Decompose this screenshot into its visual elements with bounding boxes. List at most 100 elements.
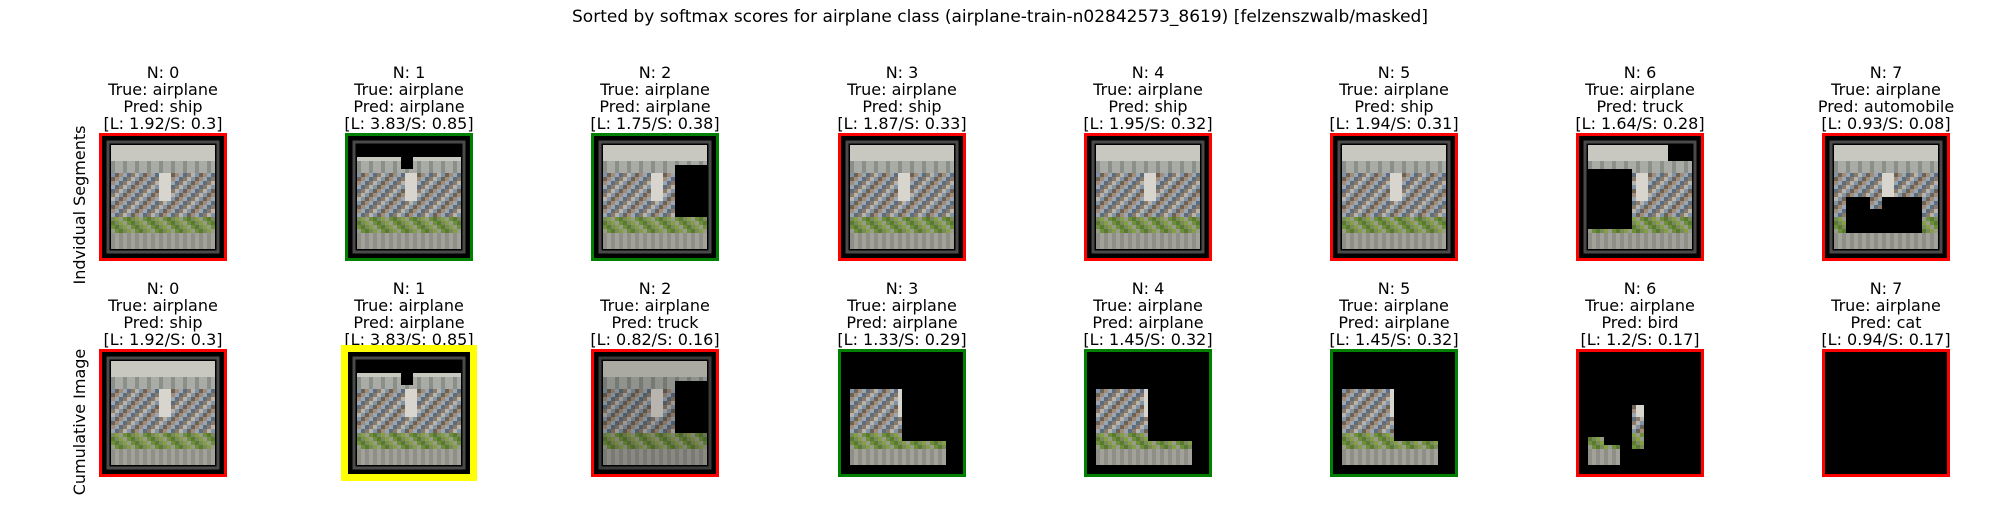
score-label: [L: 1.92/S: 0.3] xyxy=(43,115,283,132)
thumbnail-frame xyxy=(1824,135,1948,259)
panel-index: N: 3 xyxy=(782,280,1022,297)
pred-label: Pred: truck xyxy=(535,314,775,331)
true-label: True: airplane xyxy=(1274,297,1514,314)
panel-index: N: 6 xyxy=(1520,280,1760,297)
pred-label: Pred: truck xyxy=(1520,98,1760,115)
score-label: [L: 1.33/S: 0.29] xyxy=(782,331,1022,348)
panel-index: N: 3 xyxy=(782,64,1022,81)
thumbnail-frame xyxy=(593,351,717,475)
panel-index: N: 2 xyxy=(535,280,775,297)
pred-label: Pred: ship xyxy=(782,98,1022,115)
thumbnail-frame xyxy=(1086,135,1210,259)
pred-label: Pred: ship xyxy=(43,314,283,331)
pred-label: Pred: airplane xyxy=(535,98,775,115)
border-wrong xyxy=(1330,133,1458,261)
thumbnail-frame xyxy=(347,135,471,259)
panel-index: N: 0 xyxy=(43,64,283,81)
panel-caption: N: 5True: airplanePred: ship[L: 1.94/S: … xyxy=(1274,64,1514,132)
panel-r0-c0: N: 0True: airplanePred: ship[L: 1.92/S: … xyxy=(43,64,283,259)
true-label: True: airplane xyxy=(535,297,775,314)
thumbnail-frame xyxy=(593,135,717,259)
border-wrong xyxy=(99,349,227,477)
panel-r0-c1: N: 1True: airplanePred: airplane[L: 3.83… xyxy=(289,64,529,259)
thumbnail-frame xyxy=(1824,351,1948,475)
score-label: [L: 1.64/S: 0.28] xyxy=(1520,115,1760,132)
panel-index: N: 1 xyxy=(289,64,529,81)
thumbnail-frame xyxy=(101,135,225,259)
panel-caption: N: 7True: airplanePred: automobile[L: 0.… xyxy=(1766,64,2000,132)
true-label: True: airplane xyxy=(782,81,1022,98)
score-label: [L: 1.94/S: 0.31] xyxy=(1274,115,1514,132)
true-label: True: airplane xyxy=(43,81,283,98)
border-correct xyxy=(1084,349,1212,477)
pred-label: Pred: ship xyxy=(1274,98,1514,115)
border-wrong xyxy=(1576,133,1704,261)
panel-r1-c0: N: 0True: airplanePred: ship[L: 1.92/S: … xyxy=(43,280,283,475)
thumbnail-frame xyxy=(1332,351,1456,475)
panel-r1-c2: N: 2True: airplanePred: truck[L: 0.82/S:… xyxy=(535,280,775,475)
true-label: True: airplane xyxy=(289,81,529,98)
true-label: True: airplane xyxy=(1766,297,2000,314)
panel-r1-c7: N: 7True: airplanePred: cat[L: 0.94/S: 0… xyxy=(1766,280,2000,475)
score-label: [L: 0.82/S: 0.16] xyxy=(535,331,775,348)
score-label: [L: 1.92/S: 0.3] xyxy=(43,331,283,348)
pred-label: Pred: cat xyxy=(1766,314,2000,331)
true-label: True: airplane xyxy=(1028,81,1268,98)
pred-label: Pred: airplane xyxy=(782,314,1022,331)
thumbnail-frame xyxy=(840,135,964,259)
panel-caption: N: 3True: airplanePred: ship[L: 1.87/S: … xyxy=(782,64,1022,132)
panel-index: N: 7 xyxy=(1766,280,2000,297)
true-label: True: airplane xyxy=(43,297,283,314)
pred-label: Pred: airplane xyxy=(1028,314,1268,331)
panel-r0-c2: N: 2True: airplanePred: airplane[L: 1.75… xyxy=(535,64,775,259)
panel-caption: N: 6True: airplanePred: bird[L: 1.2/S: 0… xyxy=(1520,280,1760,348)
pred-label: Pred: airplane xyxy=(1274,314,1514,331)
score-label: [L: 1.87/S: 0.33] xyxy=(782,115,1022,132)
panel-caption: N: 4True: airplanePred: airplane[L: 1.45… xyxy=(1028,280,1268,348)
panel-index: N: 1 xyxy=(289,280,529,297)
panel-r0-c4: N: 4True: airplanePred: ship[L: 1.95/S: … xyxy=(1028,64,1268,259)
panel-caption: N: 6True: airplanePred: truck[L: 1.64/S:… xyxy=(1520,64,1760,132)
panel-caption: N: 3True: airplanePred: airplane[L: 1.33… xyxy=(782,280,1022,348)
border-wrong xyxy=(591,349,719,477)
border-correct xyxy=(591,133,719,261)
thumbnail-frame xyxy=(1332,135,1456,259)
pred-label: Pred: automobile xyxy=(1766,98,2000,115)
panel-index: N: 4 xyxy=(1028,64,1268,81)
panel-r1-c4: N: 4True: airplanePred: airplane[L: 1.45… xyxy=(1028,280,1268,475)
true-label: True: airplane xyxy=(535,81,775,98)
score-label: [L: 1.95/S: 0.32] xyxy=(1028,115,1268,132)
score-label: [L: 3.83/S: 0.85] xyxy=(289,115,529,132)
true-label: True: airplane xyxy=(1028,297,1268,314)
thumbnail-frame xyxy=(101,351,225,475)
thumbnail-frame xyxy=(347,351,471,475)
border-wrong xyxy=(1822,133,1950,261)
panel-r1-c5: N: 5True: airplanePred: airplane[L: 1.45… xyxy=(1274,280,1514,475)
border-wrong xyxy=(1084,133,1212,261)
panel-caption: N: 1True: airplanePred: airplane[L: 3.83… xyxy=(289,280,529,348)
score-label: [L: 1.2/S: 0.17] xyxy=(1520,331,1760,348)
pred-label: Pred: airplane xyxy=(289,314,529,331)
panel-r0-c5: N: 5True: airplanePred: ship[L: 1.94/S: … xyxy=(1274,64,1514,259)
border-best xyxy=(341,345,477,481)
pred-label: Pred: bird xyxy=(1520,314,1760,331)
panel-caption: N: 4True: airplanePred: ship[L: 1.95/S: … xyxy=(1028,64,1268,132)
thumbnail-frame xyxy=(1086,351,1210,475)
panel-index: N: 0 xyxy=(43,280,283,297)
score-label: [L: 1.45/S: 0.32] xyxy=(1028,331,1268,348)
panel-r1-c3: N: 3True: airplanePred: airplane[L: 1.33… xyxy=(782,280,1022,475)
panel-caption: N: 7True: airplanePred: cat[L: 0.94/S: 0… xyxy=(1766,280,2000,348)
thumbnail-frame xyxy=(1578,135,1702,259)
score-label: [L: 0.94/S: 0.17] xyxy=(1766,331,2000,348)
panel-r1-c6: N: 6True: airplanePred: bird[L: 1.2/S: 0… xyxy=(1520,280,1760,475)
panel-index: N: 2 xyxy=(535,64,775,81)
panel-index: N: 7 xyxy=(1766,64,2000,81)
pred-label: Pred: ship xyxy=(1028,98,1268,115)
figure-title: Sorted by softmax scores for airplane cl… xyxy=(0,6,2000,28)
border-wrong xyxy=(1822,349,1950,477)
border-correct xyxy=(1330,349,1458,477)
panel-r0-c7: N: 7True: airplanePred: automobile[L: 0.… xyxy=(1766,64,2000,259)
panel-index: N: 5 xyxy=(1274,280,1514,297)
panel-r0-c3: N: 3True: airplanePred: ship[L: 1.87/S: … xyxy=(782,64,1022,259)
score-label: [L: 0.93/S: 0.08] xyxy=(1766,115,2000,132)
